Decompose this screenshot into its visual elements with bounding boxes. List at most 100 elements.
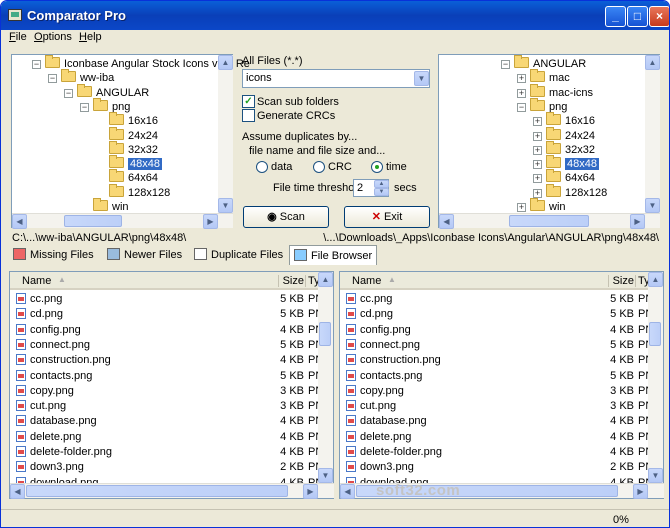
left-list-vscroll[interactable]: ▲ ▼ <box>318 272 333 483</box>
left-tree-vscroll[interactable]: ▲ ▼ <box>218 55 233 213</box>
menu-help[interactable]: Help <box>79 31 102 43</box>
right-file-list[interactable]: Name ▲ Size Ty cc.png 5 KB PN cd.png 5 KB PN c… <box>339 271 664 499</box>
scroll-thumb[interactable] <box>26 485 288 497</box>
scroll-right-icon[interactable]: ▶ <box>303 484 318 499</box>
radio-crc[interactable] <box>313 161 325 173</box>
expand-icon[interactable]: + <box>533 145 542 155</box>
file-row[interactable]: construction.png 4 KB PN <box>10 353 323 368</box>
scroll-left-icon[interactable]: ◀ <box>340 484 355 499</box>
expand-icon[interactable]: + <box>533 117 542 127</box>
tree-node[interactable]: +32x32 <box>533 140 595 157</box>
left-list-hscroll[interactable]: ◀ ▶ <box>10 483 334 499</box>
scroll-up-icon[interactable]: ▲ <box>645 55 660 70</box>
scroll-thumb[interactable] <box>319 322 331 346</box>
scroll-up-icon[interactable]: ▲ <box>648 272 663 287</box>
collapse-icon[interactable]: − <box>64 88 73 98</box>
tab-missing-files[interactable]: Missing Files <box>13 245 94 265</box>
tree-node[interactable]: +16x16 <box>533 112 595 128</box>
scroll-down-icon[interactable]: ▼ <box>645 198 660 213</box>
chevron-down-icon[interactable]: ▼ <box>414 71 429 86</box>
file-row[interactable]: delete-folder.png 4 KB PN <box>10 445 323 460</box>
spin-down-icon[interactable]: ▼ <box>374 188 389 196</box>
file-row[interactable]: cc.png 5 KB PN <box>340 292 653 307</box>
file-row[interactable]: cut.png 3 KB PN <box>340 399 653 414</box>
file-row[interactable]: construction.png 4 KB PN <box>340 353 653 368</box>
threshold-spinner[interactable]: 2 ▲ ▼ <box>353 179 389 197</box>
left-folder-tree[interactable]: − Iconbase Angular Stock Icons v1.0 Re − ww… <box>11 54 250 229</box>
tree-node[interactable]: −48x48 <box>96 155 162 171</box>
file-row[interactable]: contacts.png 5 KB PN <box>340 369 653 384</box>
file-row[interactable]: cd.png 5 KB PN <box>340 307 653 322</box>
menu-options[interactable]: Options <box>34 31 72 43</box>
file-row[interactable]: config.png 4 KB PN <box>10 323 323 338</box>
file-row[interactable]: down3.png 2 KB PN <box>10 460 323 475</box>
scroll-down-icon[interactable]: ▼ <box>648 468 663 483</box>
tree-node[interactable]: − ANGULAR <box>64 83 149 100</box>
close-button[interactable]: × <box>649 6 669 27</box>
right-list-vscroll[interactable]: ▲ ▼ <box>648 272 663 483</box>
tree-node[interactable]: +64x64 <box>533 169 595 185</box>
tree-node[interactable]: −128x128 <box>96 183 170 200</box>
file-row[interactable]: connect.png 5 KB PN <box>10 338 323 353</box>
scroll-up-icon[interactable]: ▲ <box>218 55 233 70</box>
radio-time[interactable] <box>371 161 383 173</box>
file-row[interactable]: database.png 4 KB PN <box>340 414 653 429</box>
column-size[interactable]: Size <box>278 275 304 287</box>
file-row[interactable]: cut.png 3 KB PN <box>10 399 323 414</box>
column-name[interactable]: Name <box>22 275 51 287</box>
expand-icon[interactable]: + <box>517 88 526 98</box>
right-tree-hscroll[interactable]: ◀ ▶ <box>439 213 660 229</box>
scroll-left-icon[interactable]: ◀ <box>439 214 454 229</box>
file-row[interactable]: down3.png 2 KB PN <box>340 460 653 475</box>
tab-file-browser[interactable]: File Browser <box>289 245 378 265</box>
collapse-icon[interactable]: − <box>48 74 57 84</box>
file-row[interactable]: delete.png 4 KB PN <box>340 430 653 445</box>
file-row[interactable]: config.png 4 KB PN <box>340 323 653 338</box>
scroll-thumb[interactable] <box>649 322 661 346</box>
scroll-thumb[interactable] <box>64 215 122 227</box>
tree-node[interactable]: −64x64 <box>96 169 158 185</box>
right-folder-tree[interactable]: − ANGULAR + mac + mac-icns − png +16x16 +24x24 +32… <box>438 54 660 229</box>
file-row[interactable]: copy.png 3 KB PN <box>10 384 323 399</box>
expand-icon[interactable]: + <box>533 131 542 141</box>
tree-node[interactable]: + mac-icns <box>517 83 593 100</box>
file-row[interactable]: database.png 4 KB PN <box>10 414 323 429</box>
file-row[interactable]: delete.png 4 KB PN <box>10 430 323 445</box>
column-size[interactable]: Size <box>608 275 634 287</box>
radio-data[interactable] <box>256 161 268 173</box>
scroll-up-icon[interactable]: ▲ <box>318 272 333 287</box>
exit-button[interactable]: ✕ Exit <box>344 206 430 228</box>
column-name[interactable]: Name <box>352 275 381 287</box>
collapse-icon[interactable]: − <box>517 102 526 112</box>
scroll-left-icon[interactable]: ◀ <box>10 484 25 499</box>
file-row[interactable]: connect.png 5 KB PN <box>340 338 653 353</box>
tree-node[interactable]: −24x24 <box>96 126 158 143</box>
collapse-icon[interactable]: − <box>501 60 510 69</box>
file-row[interactable]: cd.png 5 KB PN <box>10 307 323 322</box>
left-tree-hscroll[interactable]: ◀ ▶ <box>12 213 233 229</box>
expand-icon[interactable]: + <box>533 160 542 170</box>
tree-node[interactable]: − png <box>80 97 130 114</box>
generate-crcs-checkbox[interactable] <box>242 109 255 122</box>
maximize-button[interactable]: □ <box>627 6 648 27</box>
collapse-icon[interactable]: − <box>32 60 41 69</box>
scroll-down-icon[interactable]: ▼ <box>318 468 333 483</box>
file-row[interactable]: contacts.png 5 KB PN <box>10 369 323 384</box>
menu-file[interactable]: File <box>9 31 27 43</box>
filter-combobox[interactable]: icons ▼ <box>242 69 430 88</box>
file-row[interactable]: cc.png 5 KB PN <box>10 292 323 307</box>
expand-icon[interactable]: + <box>517 203 526 212</box>
expand-icon[interactable]: + <box>517 74 526 84</box>
expand-icon[interactable]: + <box>533 188 542 198</box>
tab-newer-files[interactable]: Newer Files <box>107 245 182 265</box>
scroll-right-icon[interactable]: ▶ <box>630 214 645 229</box>
tree-node[interactable]: −win <box>80 198 129 214</box>
title-bar[interactable]: Comparator Pro _ □ × <box>1 1 669 30</box>
scroll-thumb[interactable] <box>509 215 589 227</box>
left-file-list[interactable]: Name ▲ Size Ty cc.png 5 KB PN cd.png 5 KB PN c… <box>9 271 334 499</box>
tree-node[interactable]: −32x32 <box>96 140 158 157</box>
tree-node[interactable]: + win <box>517 198 566 214</box>
tree-node[interactable]: +24x24 <box>533 126 595 143</box>
right-tree-vscroll[interactable]: ▲ ▼ <box>645 55 660 213</box>
scroll-right-icon[interactable]: ▶ <box>203 214 218 229</box>
